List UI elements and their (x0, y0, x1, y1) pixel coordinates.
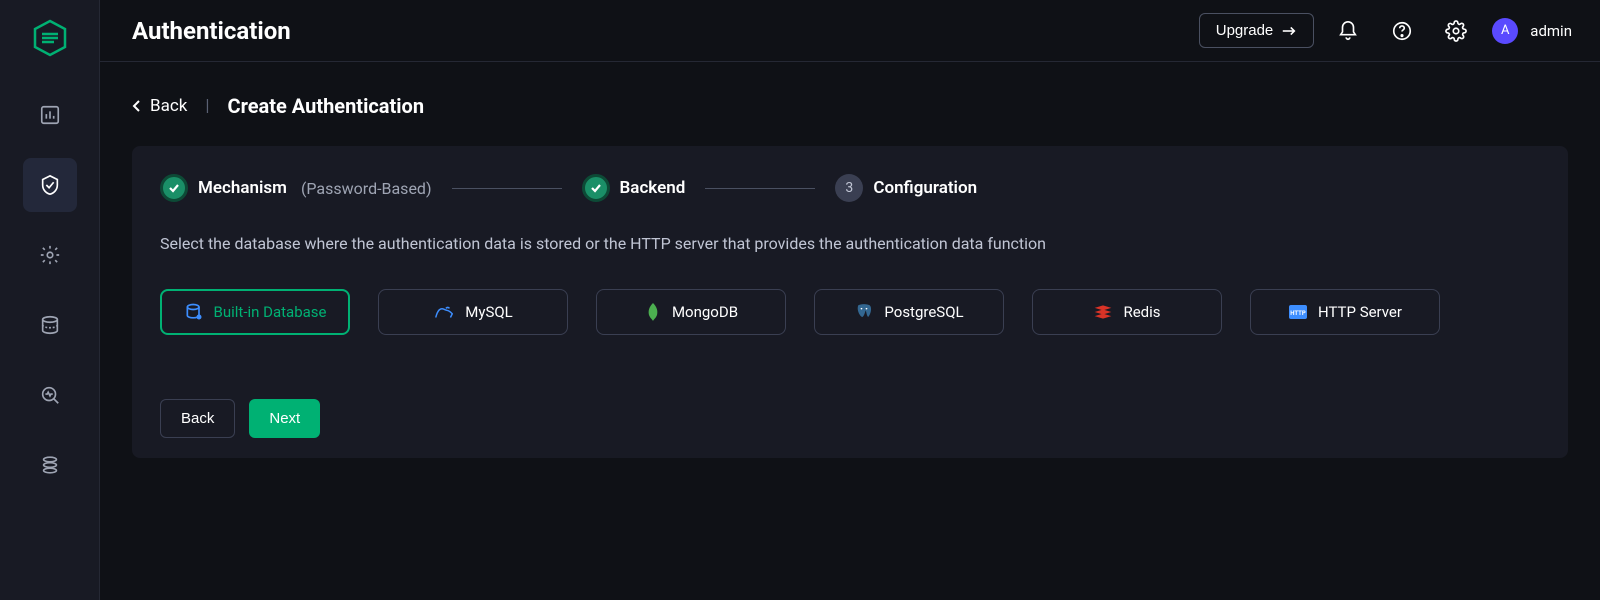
option-postgresql[interactable]: PostgreSQL (814, 289, 1004, 335)
mongodb-icon (644, 302, 662, 322)
svg-text:HTTP: HTTP (1290, 310, 1306, 317)
option-redis[interactable]: Redis (1032, 289, 1222, 335)
page-title: Authentication (132, 17, 1199, 45)
sidebar-item-authentication[interactable] (23, 158, 77, 212)
sidebar-item-diagnose[interactable] (23, 368, 77, 422)
stepper: Mechanism (Password-Based) Backend 3 Con… (160, 174, 1540, 202)
option-label: HTTP Server (1318, 303, 1402, 321)
step-label: Configuration (873, 178, 977, 198)
back-link[interactable]: Back (132, 96, 187, 116)
arrow-right-icon (1281, 24, 1297, 38)
step-sublabel: (Password-Based) (301, 179, 432, 198)
upgrade-button[interactable]: Upgrade (1199, 13, 1315, 48)
option-mysql[interactable]: MySQL (378, 289, 568, 335)
option-mongodb[interactable]: MongoDB (596, 289, 786, 335)
sidebar-item-monitoring[interactable] (23, 88, 77, 142)
step-connector (705, 188, 815, 189)
postgresql-icon (854, 302, 874, 322)
username: admin (1530, 22, 1572, 40)
helper-text: Select the database where the authentica… (160, 234, 1540, 253)
redis-icon (1093, 303, 1113, 321)
sidebar-item-data[interactable] (23, 298, 77, 352)
backend-options: Built-in Database MySQL MongoDB (160, 289, 1540, 335)
option-http-server[interactable]: HTTP HTTP Server (1250, 289, 1440, 335)
step-configuration[interactable]: 3 Configuration (835, 174, 977, 202)
sidebar-item-settings[interactable] (23, 228, 77, 282)
avatar-initial: A (1501, 23, 1509, 38)
settings-icon[interactable] (1436, 11, 1476, 51)
content: Back | Create Authentication Mechanism (… (100, 62, 1600, 600)
breadcrumb-current: Create Authentication (228, 94, 425, 118)
help-icon[interactable] (1382, 11, 1422, 51)
topbar: Authentication Upgrade (100, 0, 1600, 62)
chevron-left-icon (132, 99, 142, 113)
notifications-icon[interactable] (1328, 11, 1368, 51)
breadcrumb: Back | Create Authentication (132, 94, 1568, 118)
check-icon (582, 174, 610, 202)
next-button[interactable]: Next (249, 399, 320, 438)
http-icon: HTTP (1288, 304, 1308, 320)
breadcrumb-separator: | (205, 96, 209, 116)
check-icon (160, 174, 188, 202)
option-label: MySQL (465, 303, 513, 321)
option-builtin-database[interactable]: Built-in Database (160, 289, 350, 335)
option-label: MongoDB (672, 303, 738, 321)
option-label: Redis (1123, 303, 1160, 321)
main-area: Authentication Upgrade (100, 0, 1600, 600)
sidebar (0, 0, 100, 600)
step-label: Backend (620, 178, 686, 198)
step-connector (452, 188, 562, 189)
database-icon (184, 302, 204, 322)
back-button[interactable]: Back (160, 399, 235, 438)
step-label: Mechanism (198, 178, 287, 198)
step-mechanism[interactable]: Mechanism (Password-Based) (160, 174, 432, 202)
wizard-card: Mechanism (Password-Based) Backend 3 Con… (132, 146, 1568, 458)
action-buttons: Back Next (160, 399, 1540, 438)
back-label: Back (150, 96, 187, 116)
option-label: Built-in Database (214, 303, 327, 321)
step-number: 3 (835, 174, 863, 202)
sidebar-item-cluster[interactable] (23, 438, 77, 492)
avatar[interactable]: A (1492, 18, 1518, 44)
option-label: PostgreSQL (884, 303, 963, 321)
upgrade-label: Upgrade (1216, 22, 1274, 39)
step-backend[interactable]: Backend (582, 174, 686, 202)
app-logo[interactable] (30, 18, 70, 58)
mysql-icon (433, 302, 455, 322)
